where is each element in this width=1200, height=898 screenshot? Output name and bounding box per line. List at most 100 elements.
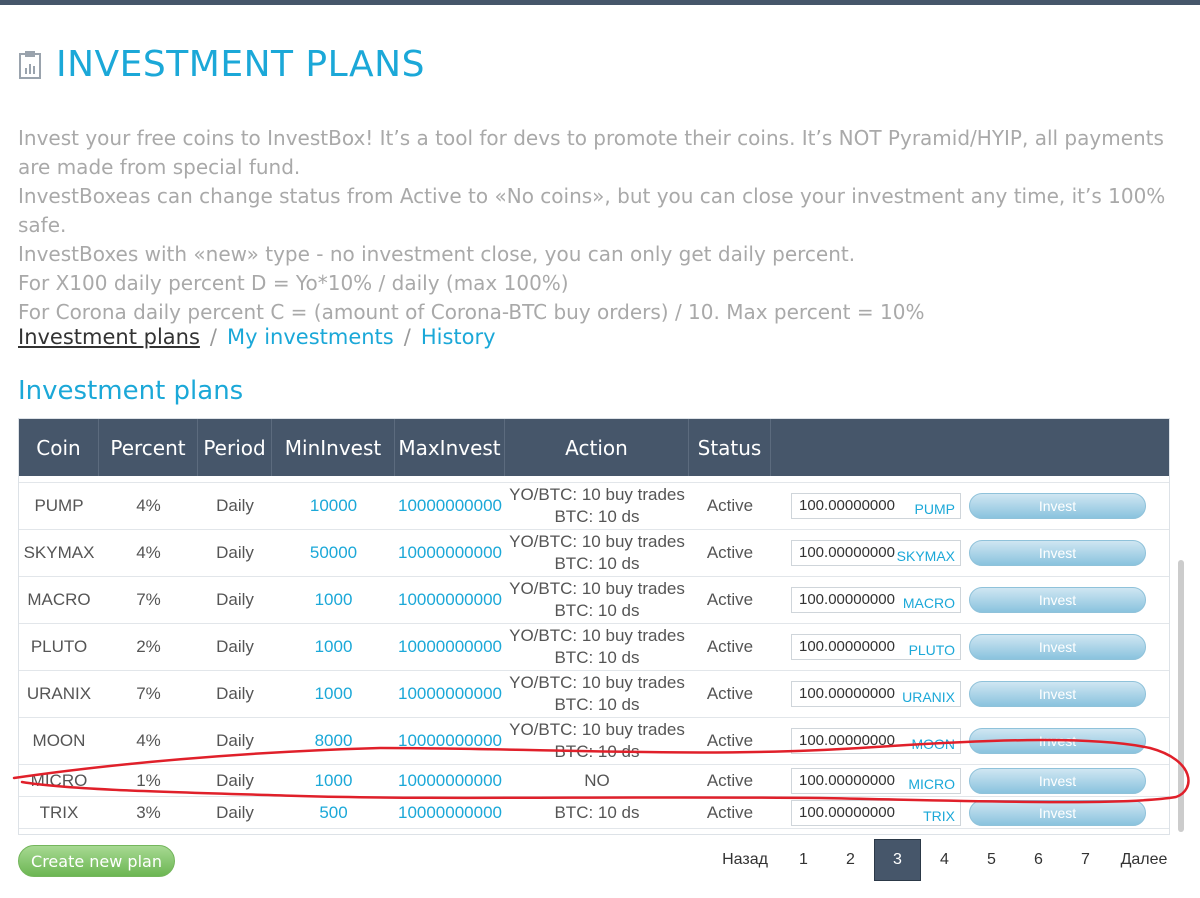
header-period: Period <box>198 419 272 476</box>
coin-name: TRIX <box>39 802 79 822</box>
invest-button[interactable]: Invest <box>969 767 1146 794</box>
max-invest[interactable]: 10000000000 <box>395 765 505 796</box>
pagination-prev[interactable]: Назад <box>710 839 780 881</box>
min-invest[interactable]: 8000 <box>272 718 395 764</box>
action-cell: YO/BTC: 10 buy trades BTC: 10 ds <box>505 530 689 576</box>
max-invest[interactable]: 10000000000 <box>395 530 505 576</box>
min-invest[interactable]: 1000 <box>272 765 395 796</box>
description: Invest your free coins to InvestBox! It’… <box>18 124 1188 327</box>
currency-label: URANIX <box>902 689 955 705</box>
table-scrollbar[interactable] <box>1178 560 1184 832</box>
invest-controls: 100.00000000 MOON Invest <box>771 718 1169 764</box>
max-invest[interactable]: 10000000000 <box>395 671 505 717</box>
max-invest[interactable]: 10000000000 <box>395 577 505 623</box>
table-header: Coin Percent Period MinInvest MaxInvest … <box>19 419 1169 476</box>
amount-value: 100.00000000 <box>799 638 895 655</box>
invest-controls: 100.00000000 PLUTO Invest <box>771 624 1169 670</box>
invest-button[interactable]: Invest <box>969 634 1146 660</box>
table-body: BTC: 10 ds PUMP 4% Daily 10000 100000000… <box>19 451 1169 829</box>
action-cell: YO/BTC: 10 buy trades BTC: 10 ds <box>505 577 689 623</box>
header-coin: Coin <box>19 419 99 476</box>
period: Daily <box>216 637 254 656</box>
status: Active <box>706 496 754 515</box>
max-invest[interactable]: 10000000000 <box>395 483 505 529</box>
min-invest[interactable]: 10000 <box>272 483 395 529</box>
nav-history[interactable]: History <box>421 325 496 349</box>
table-row: SKYMAX 4% Daily 50000 10000000000 YO/BTC… <box>19 530 1169 577</box>
action-line: BTC: 10 ds <box>554 507 640 526</box>
invest-button[interactable]: Invest <box>969 493 1146 519</box>
status: Active <box>706 802 754 822</box>
nav-investment-plans[interactable]: Investment plans <box>18 325 200 349</box>
invest-controls: 100.00000000 TRIX Invest <box>771 797 1169 828</box>
table-row: MOON 4% Daily 8000 10000000000 YO/BTC: 1… <box>19 718 1169 765</box>
description-line: For Corona daily percent C = (amount of … <box>18 300 925 324</box>
invest-button[interactable]: Invest <box>969 540 1146 566</box>
amount-input[interactable]: 100.00000000 TRIX <box>791 799 961 826</box>
header-action: Action <box>505 419 689 476</box>
status: Active <box>706 543 754 562</box>
action-line: BTC: 10 ds <box>554 601 640 620</box>
amount-input[interactable]: 100.00000000 PUMP <box>791 493 961 519</box>
nav-separator: / <box>209 325 217 349</box>
section-title: Investment plans <box>18 376 244 406</box>
table-row: TRIX 3% Daily 500 10000000000 BTC: 10 ds… <box>19 797 1169 829</box>
breadcrumb-nav: Investment plans / My investments / Hist… <box>18 325 496 349</box>
min-invest[interactable]: 50000 <box>272 530 395 576</box>
pagination-page-5[interactable]: 5 <box>968 839 1015 881</box>
action-line: YO/BTC: 10 buy trades <box>509 579 685 598</box>
action-line: BTC: 10 ds <box>554 695 640 714</box>
description-line: Invest your free coins to InvestBox! It’… <box>18 126 1164 179</box>
period: Daily <box>216 496 254 515</box>
pagination-page-4[interactable]: 4 <box>921 839 968 881</box>
percent: 3% <box>136 802 161 822</box>
pagination-page-1[interactable]: 1 <box>780 839 827 881</box>
max-invest[interactable]: 10000000000 <box>395 718 505 764</box>
description-line: InvestBoxes with «new» type - no investm… <box>18 242 856 266</box>
amount-input[interactable]: 100.00000000 MACRO <box>791 587 961 613</box>
percent: 7% <box>136 590 161 609</box>
header-maxinvest: MaxInvest <box>395 419 505 476</box>
invest-controls: 100.00000000 SKYMAX Invest <box>771 530 1169 576</box>
invest-button[interactable]: Invest <box>969 587 1146 613</box>
amount-input[interactable]: 100.00000000 MOON <box>791 728 961 754</box>
amount-value: 100.00000000 <box>799 803 895 821</box>
max-invest[interactable]: 10000000000 <box>395 624 505 670</box>
coin-name: URANIX <box>26 684 92 703</box>
percent: 4% <box>136 731 161 750</box>
pagination-page-7[interactable]: 7 <box>1062 839 1109 881</box>
pagination-page-6[interactable]: 6 <box>1015 839 1062 881</box>
min-invest[interactable]: 500 <box>272 797 395 828</box>
min-invest[interactable]: 1000 <box>272 671 395 717</box>
currency-label: SKYMAX <box>896 548 955 564</box>
amount-input[interactable]: 100.00000000 SKYMAX <box>791 540 961 566</box>
create-new-plan-button[interactable]: Create new plan <box>18 845 175 877</box>
invest-controls: 100.00000000 MACRO Invest <box>771 577 1169 623</box>
action-line: YO/BTC: 10 buy trades <box>509 485 685 504</box>
period: Daily <box>216 590 254 609</box>
invest-button[interactable]: Invest <box>969 728 1146 754</box>
nav-separator: / <box>403 325 411 349</box>
pagination: Назад 1 2 3 4 5 6 7 Далее <box>710 839 1179 881</box>
amount-input[interactable]: 100.00000000 MICRO <box>791 767 961 794</box>
min-invest[interactable]: 1000 <box>272 624 395 670</box>
max-invest[interactable]: 10000000000 <box>395 797 505 828</box>
action-line: BTC: 10 ds <box>554 554 640 573</box>
amount-input[interactable]: 100.00000000 PLUTO <box>791 634 961 660</box>
invest-controls: 100.00000000 PUMP Invest <box>771 483 1169 529</box>
amount-input[interactable]: 100.00000000 URANIX <box>791 681 961 707</box>
min-invest[interactable]: 1000 <box>272 577 395 623</box>
header-percent: Percent <box>99 419 198 476</box>
invest-button[interactable]: Invest <box>969 799 1146 826</box>
pagination-page-2[interactable]: 2 <box>827 839 874 881</box>
pagination-page-3[interactable]: 3 <box>874 839 921 881</box>
invest-button[interactable]: Invest <box>969 681 1146 707</box>
amount-value: 100.00000000 <box>799 732 895 749</box>
currency-label: PUMP <box>914 501 955 517</box>
status: Active <box>706 731 754 750</box>
action-line: YO/BTC: 10 buy trades <box>509 532 685 551</box>
status: Active <box>706 637 754 656</box>
nav-my-investments[interactable]: My investments <box>227 325 394 349</box>
clipboard-chart-icon <box>18 50 42 80</box>
pagination-next[interactable]: Далее <box>1109 839 1179 881</box>
